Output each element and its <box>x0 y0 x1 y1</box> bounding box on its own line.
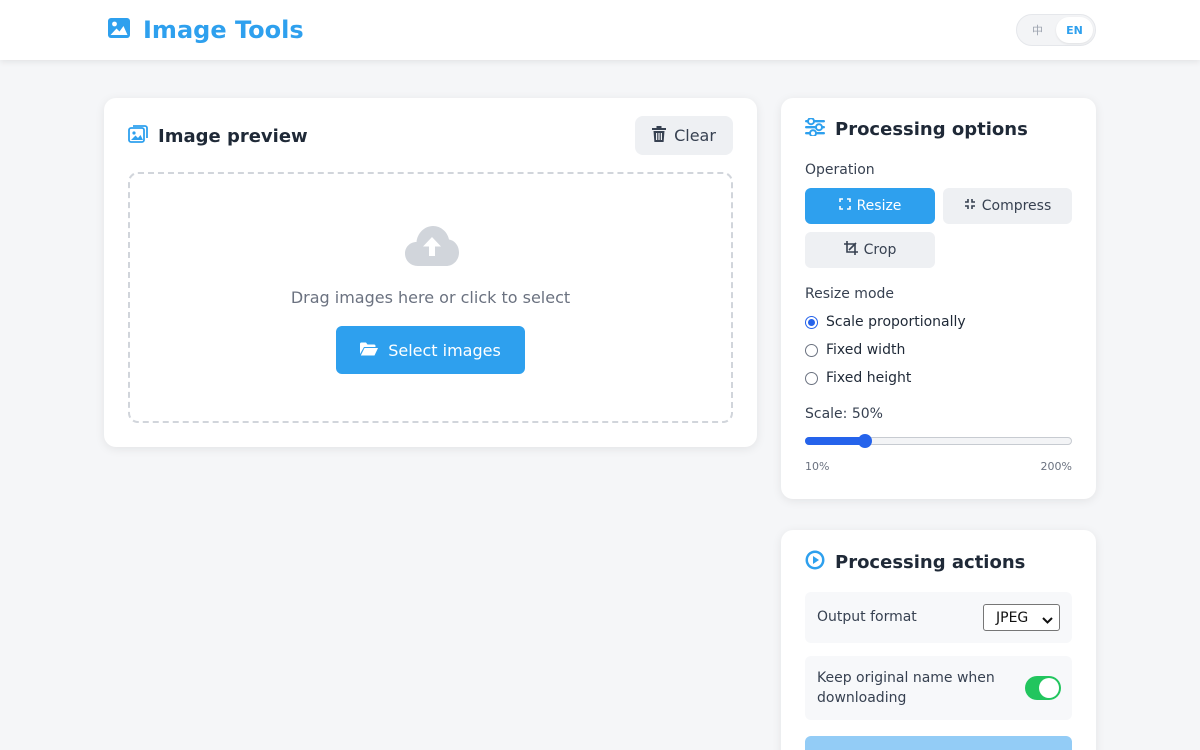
toggle-knob <box>1039 678 1059 698</box>
lang-option-zh[interactable]: 中 <box>1019 17 1056 43</box>
trash-icon <box>652 125 667 146</box>
app-header: Image Tools 中 EN <box>0 0 1200 60</box>
slider-thumb[interactable] <box>858 434 873 448</box>
process-button[interactable] <box>805 736 1072 750</box>
keep-name-label: Keep original name when downloading <box>817 670 995 706</box>
brand: Image Tools <box>107 14 304 46</box>
radio-proportional[interactable] <box>805 315 818 329</box>
options-title: Processing options <box>805 117 1028 141</box>
dropzone-text: Drag images here or click to select <box>290 288 571 307</box>
processing-actions-card: Processing actions Output format JPEG Ke… <box>781 530 1096 750</box>
resize-mode-proportional-label: Scale proportionally <box>826 314 966 330</box>
resize-mode-fixed-height-label: Fixed height <box>826 370 912 386</box>
operation-crop-label: Crop <box>863 242 897 258</box>
image-icon <box>107 16 131 44</box>
app-title: Image Tools <box>143 16 304 44</box>
operation-label: Operation <box>805 162 875 178</box>
output-format-row: Output format JPEG <box>805 592 1072 643</box>
resize-mode-proportional[interactable]: Scale proportionally <box>805 314 966 330</box>
operation-compress-button[interactable]: Compress <box>943 188 1072 224</box>
preview-title: Image preview <box>128 124 308 149</box>
preview-title-text: Image preview <box>158 126 308 147</box>
radio-fixed-height[interactable] <box>805 371 818 385</box>
processing-options-card: Processing options Operation Resize Comp… <box>781 98 1096 499</box>
expand-icon <box>838 198 851 214</box>
resize-mode-fixed-width[interactable]: Fixed width <box>805 342 905 358</box>
actions-title: Processing actions <box>805 550 1025 575</box>
actions-title-text: Processing actions <box>835 552 1026 573</box>
keep-name-toggle[interactable] <box>1025 676 1061 700</box>
resize-mode-fixed-height[interactable]: Fixed height <box>805 370 911 386</box>
scale-min-label: 10% <box>805 460 830 473</box>
clear-label: Clear <box>674 126 716 145</box>
output-format-value: JPEG <box>996 609 1029 626</box>
scale-max-label: 200% <box>1040 460 1072 473</box>
output-format-select[interactable]: JPEG <box>983 604 1060 631</box>
cloud-upload-icon <box>404 224 460 272</box>
clear-button[interactable]: Clear <box>635 116 733 155</box>
lang-option-en[interactable]: EN <box>1056 17 1093 43</box>
image-preview-card: Image preview Clear Drag images here or … <box>104 98 757 447</box>
crop-icon <box>843 241 858 259</box>
slider-fill <box>805 437 866 445</box>
radio-fixed-width[interactable] <box>805 343 818 357</box>
chevron-down-icon <box>1042 613 1053 629</box>
operation-compress-label: Compress <box>981 198 1052 214</box>
play-circle-icon <box>805 550 825 575</box>
select-images-label: Select images <box>388 340 501 360</box>
image-dropzone[interactable]: Drag images here or click to select Sele… <box>128 172 733 423</box>
operation-resize-label: Resize <box>856 198 902 214</box>
options-title-text: Processing options <box>835 119 1028 140</box>
resize-mode-fixed-width-label: Fixed width <box>826 342 906 358</box>
scale-label: Scale: 50% <box>805 406 883 422</box>
sliders-icon <box>805 117 825 141</box>
scale-slider[interactable] <box>805 434 1072 448</box>
keep-name-row: Keep original name when downloading <box>805 656 1072 720</box>
folder-open-icon <box>360 341 379 360</box>
select-images-button[interactable]: Select images <box>336 326 525 374</box>
output-format-label: Output format <box>817 609 917 625</box>
resize-mode-label: Resize mode <box>805 286 895 302</box>
language-switch: 中 EN <box>1016 14 1096 46</box>
operation-resize-button[interactable]: Resize <box>805 188 935 224</box>
operation-crop-button[interactable]: Crop <box>805 232 935 268</box>
compress-icon <box>964 198 976 214</box>
images-icon <box>128 124 148 149</box>
